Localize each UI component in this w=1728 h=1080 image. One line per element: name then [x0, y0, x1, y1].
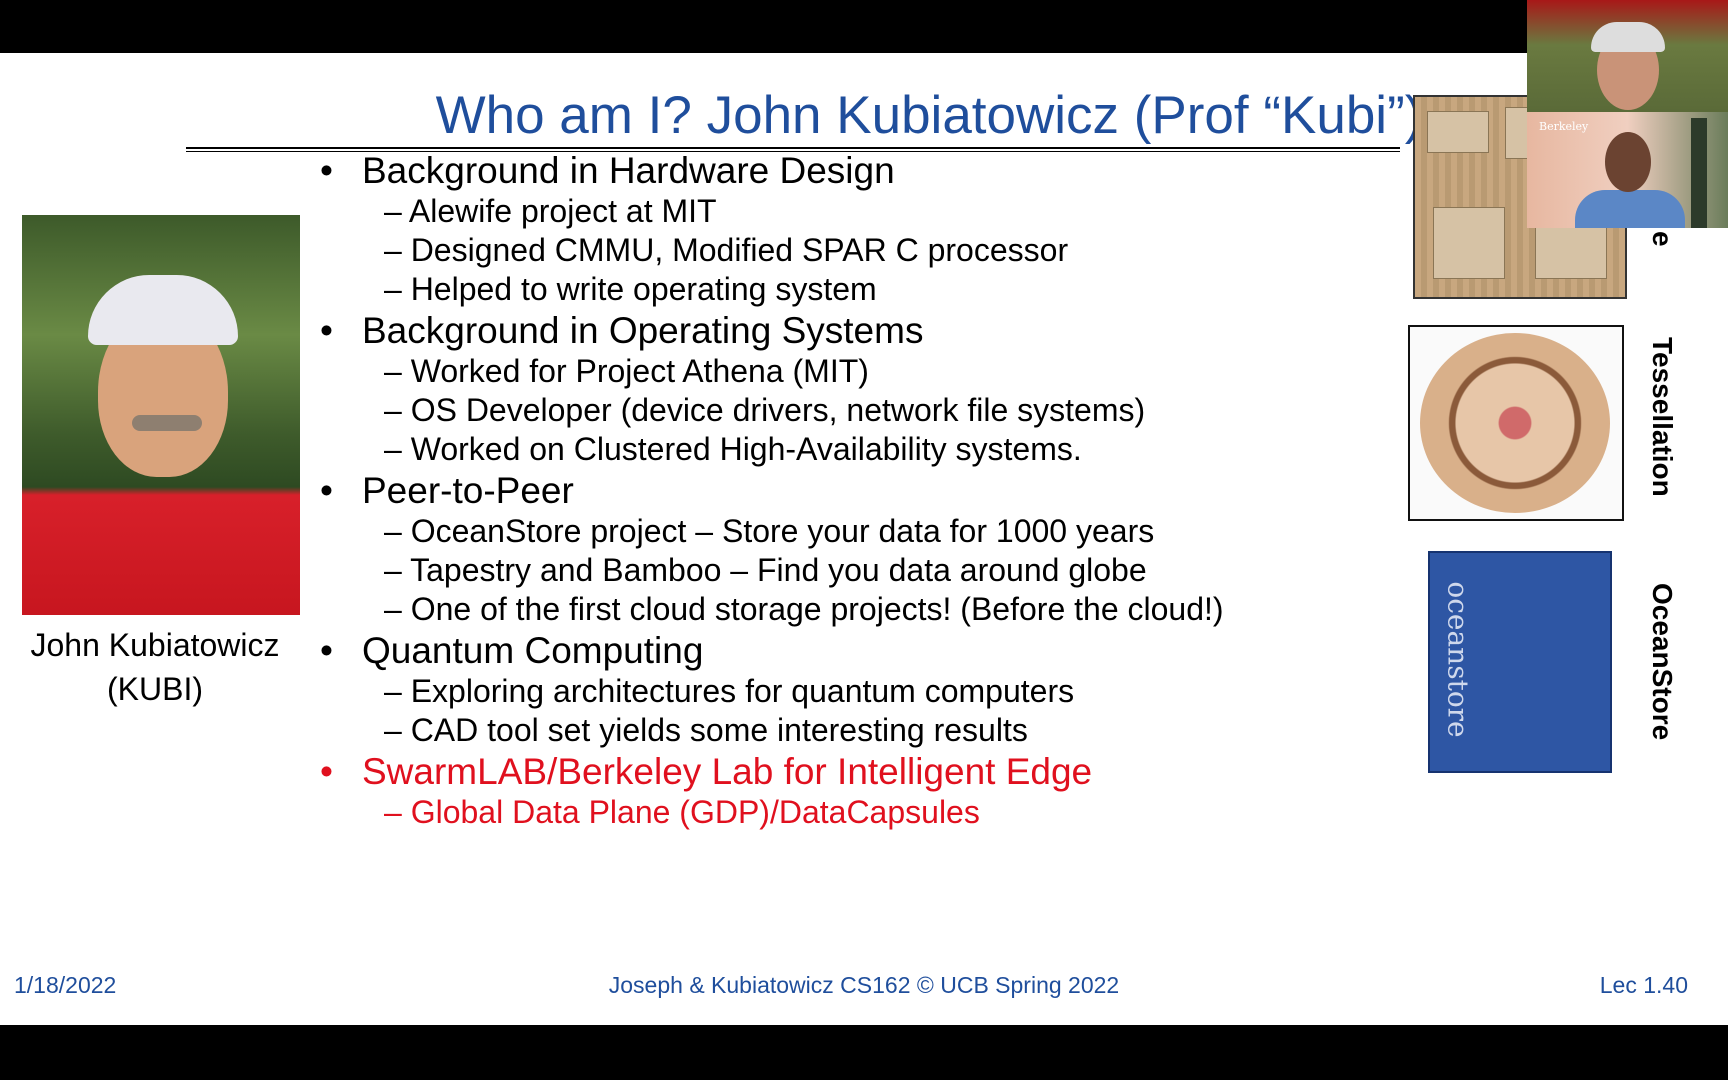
- bullet-dot: •: [320, 630, 333, 671]
- footer-lecture: Lec 1.40: [1599, 972, 1688, 998]
- cohost-face: [1605, 132, 1651, 192]
- tessellation-disc: [1420, 333, 1610, 513]
- bullet-label: SwarmLAB/Berkeley Lab for Intelligent Ed…: [362, 751, 1093, 792]
- label-tessellation: Tessellation: [1647, 337, 1678, 497]
- sub-item: – OceanStore project – Store your data f…: [384, 513, 1155, 549]
- bullet-label: Quantum Computing: [362, 630, 704, 671]
- sub-item: – OS Developer (device drivers, network …: [384, 392, 1146, 428]
- footer-course: Joseph & Kubiatowicz CS162 © UCB Spring …: [608, 972, 1120, 998]
- bullet-dot: •: [320, 150, 333, 191]
- bullet-list: • Background in Hardware Design – Alewife…: [318, 149, 1378, 832]
- portrait-cap: [88, 275, 238, 345]
- cohost-shirt: [1575, 190, 1685, 228]
- bullet-item: • Background in Operating Systems: [318, 310, 1378, 352]
- portrait-photo: [22, 215, 300, 615]
- label-chip-partial: e: [1647, 231, 1678, 247]
- bullet-item: • Quantum Computing: [318, 630, 1378, 672]
- portrait-mustache: [132, 415, 202, 431]
- sub-item: – Tapestry and Bamboo – Find you data ar…: [384, 552, 1147, 588]
- presenter-cap: [1591, 22, 1665, 52]
- video-tile-cohost[interactable]: Berkeley: [1527, 112, 1728, 228]
- sub-item: – Designed CMMU, Modified SPAR C process…: [384, 232, 1069, 268]
- video-tile-presenter[interactable]: [1527, 0, 1728, 112]
- bullet-label: Peer-to-Peer: [362, 470, 574, 511]
- caption-name: John Kubiatowicz: [30, 627, 280, 663]
- sub-item: – Worked on Clustered High-Availability …: [384, 431, 1082, 467]
- cohost-background-tag: Berkeley: [1539, 120, 1589, 133]
- portrait-caption: John Kubiatowicz (KUBI): [0, 623, 310, 711]
- sub-item: – Alewife project at MIT: [384, 193, 717, 229]
- label-oceanstore: OceanStore: [1647, 583, 1678, 741]
- oceanstore-logo: oceanstore: [1428, 551, 1612, 773]
- campanile-tower: [1691, 118, 1707, 228]
- tessellation-image: [1408, 325, 1624, 521]
- bullet-dot: •: [320, 470, 333, 511]
- sub-item: – Exploring architectures for quantum co…: [384, 673, 1075, 709]
- bullet-label: Background in Operating Systems: [362, 310, 924, 351]
- bullet-dot: •: [320, 751, 333, 792]
- bullet-label: Background in Hardware Design: [362, 150, 895, 191]
- sub-item: – One of the first cloud storage project…: [384, 591, 1224, 627]
- oceanstore-logo-text: oceanstore: [1441, 581, 1475, 738]
- slide: Who am I? John Kubiatowicz (Prof “Kubi”)…: [0, 53, 1728, 1025]
- sub-item: – Worked for Project Athena (MIT): [384, 353, 869, 389]
- sub-item: – Helped to write operating system: [384, 271, 877, 307]
- sub-item: – CAD tool set yields some interesting r…: [384, 712, 1028, 748]
- bullet-item: • Background in Hardware Design: [318, 150, 1378, 192]
- sub-item-highlight: – Global Data Plane (GDP)/DataCapsules: [384, 794, 980, 830]
- bullet-dot: •: [320, 310, 333, 351]
- caption-nickname: (KUBI): [107, 671, 203, 707]
- bullet-item-highlight: • SwarmLAB/Berkeley Lab for Intelligent E…: [318, 751, 1378, 793]
- bullet-item: • Peer-to-Peer: [318, 470, 1378, 512]
